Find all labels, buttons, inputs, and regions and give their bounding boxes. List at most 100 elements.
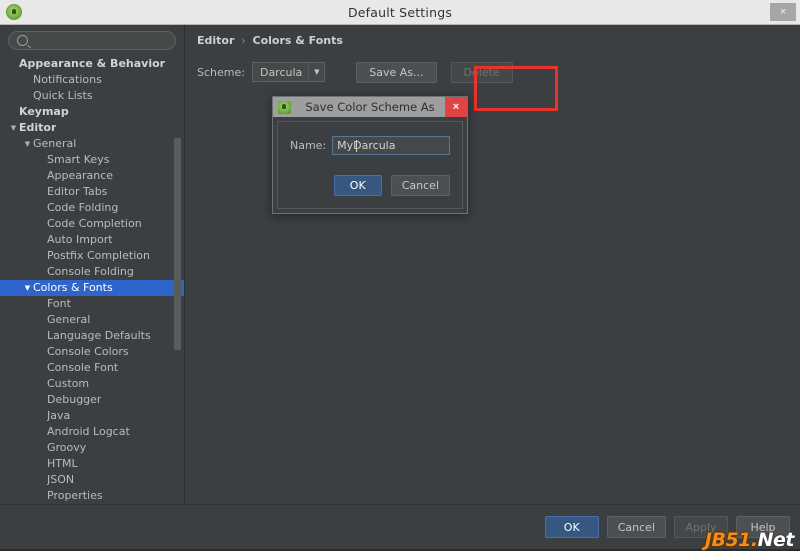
sidebar-item-label: Console Font — [47, 361, 119, 374]
sidebar-item-groovy[interactable]: Groovy — [0, 440, 184, 456]
sidebar-search-wrap — [0, 25, 184, 54]
text-caret — [356, 140, 358, 152]
sidebar-item-label: HTML — [47, 457, 78, 470]
dialog-close-icon[interactable]: × — [445, 97, 467, 117]
help-button[interactable]: Help — [736, 516, 790, 538]
settings-tree[interactable]: Appearance & Behavior Notifications Quick … — [0, 54, 184, 504]
dialog-body: Name: OK Cancel — [277, 121, 463, 209]
sidebar-item-font[interactable]: Font — [0, 296, 184, 312]
sidebar-item-label: Editor Tabs — [47, 185, 108, 198]
sidebar-item-code-folding[interactable]: Code Folding — [0, 200, 184, 216]
cancel-button[interactable]: Cancel — [606, 516, 666, 538]
dialog-titlebar: Save Color Scheme As × — [273, 97, 467, 117]
dialog-title: Save Color Scheme As — [305, 100, 435, 114]
dialog-ok-button[interactable]: OK — [333, 175, 382, 196]
breadcrumb-leaf: Colors & Fonts — [252, 34, 343, 47]
sidebar-item-auto-import[interactable]: Auto Import — [0, 232, 184, 248]
ok-button[interactable]: OK — [544, 516, 599, 538]
sidebar-item-label: Language Defaults — [47, 329, 151, 342]
settings-window: Default Settings × Appearance & Behavior… — [0, 0, 800, 551]
android-studio-icon — [278, 100, 291, 114]
sidebar-item-label: General — [33, 137, 77, 150]
sidebar-item-appearance-behavior[interactable]: Appearance & Behavior — [0, 56, 184, 72]
android-studio-icon — [6, 4, 22, 20]
sidebar-item-properties[interactable]: Properties — [0, 488, 184, 504]
dialog-footer: OK Cancel Apply Help JB51.Net — [0, 504, 800, 551]
sidebar-item-label: Custom — [47, 377, 90, 390]
sidebar-item-appearance[interactable]: Appearance — [0, 168, 184, 184]
sidebar-item-label: Postfix Completion — [47, 249, 150, 262]
sidebar-item-label: Console Colors — [47, 345, 129, 358]
sidebar-scrollbar-thumb[interactable] — [174, 138, 181, 350]
sidebar-item-console-colors[interactable]: Console Colors — [0, 344, 184, 360]
dialog-buttons: OK Cancel — [290, 175, 450, 196]
sidebar-item-label: Properties — [47, 489, 103, 502]
sidebar-item-label: Notifications — [33, 73, 102, 86]
sidebar-item-label: Appearance & Behavior — [19, 57, 166, 70]
settings-sidebar: Appearance & Behavior Notifications Quick … — [0, 25, 185, 504]
sidebar-item-label: Quick Lists — [33, 89, 93, 102]
sidebar-item-console-folding[interactable]: Console Folding — [0, 264, 184, 280]
sidebar-item-label: Editor — [19, 121, 57, 134]
sidebar-item-label: Font — [47, 297, 71, 310]
breadcrumb-separator: › — [241, 34, 246, 47]
chevron-down-icon[interactable]: ▼ — [22, 136, 33, 152]
sidebar-item-editor-tabs[interactable]: Editor Tabs — [0, 184, 184, 200]
scheme-label: Scheme: — [197, 65, 245, 79]
sidebar-item-label: Auto Import — [47, 233, 113, 246]
scheme-row: Scheme: Darcula ▼ Save As... Delete — [197, 61, 800, 83]
close-icon[interactable]: × — [770, 3, 796, 21]
sidebar-item-android-logcat[interactable]: Android Logcat — [0, 424, 184, 440]
save-color-scheme-dialog: Save Color Scheme As × Name: OK Cancel — [272, 96, 468, 214]
name-field-wrap[interactable] — [332, 136, 450, 155]
scheme-dropdown[interactable]: Darcula ▼ — [251, 62, 326, 82]
name-input[interactable] — [337, 139, 445, 152]
chevron-down-icon[interactable]: ▼ — [8, 120, 19, 136]
sidebar-item-general[interactable]: General — [0, 312, 184, 328]
sidebar-item-json[interactable]: JSON — [0, 472, 184, 488]
sidebar-item-label: Groovy — [47, 441, 87, 454]
sidebar-item-custom[interactable]: Custom — [0, 376, 184, 392]
sidebar-item-label: Keymap — [19, 105, 69, 118]
dialog-name-row: Name: — [290, 136, 450, 155]
sidebar-item-notifications[interactable]: Notifications — [0, 72, 184, 88]
window-titlebar: Default Settings × — [0, 0, 800, 25]
sidebar-item-java[interactable]: Java — [0, 408, 184, 424]
sidebar-item-label: Code Completion — [47, 217, 142, 230]
search-field[interactable] — [8, 31, 178, 50]
sidebar-item-debugger[interactable]: Debugger — [0, 392, 184, 408]
sidebar-item-language-defaults[interactable]: Language Defaults — [0, 328, 184, 344]
delete-button: Delete — [450, 61, 513, 83]
sidebar-item-label: Debugger — [47, 393, 102, 406]
sidebar-item-quick-lists[interactable]: Quick Lists — [0, 88, 184, 104]
sidebar-item-postfix-completion[interactable]: Postfix Completion — [0, 248, 184, 264]
sidebar-item-colors-fonts[interactable]: ▼ Colors & Fonts — [0, 280, 184, 296]
save-as-button[interactable]: Save As... — [356, 61, 437, 83]
chevron-down-icon[interactable]: ▼ — [22, 280, 33, 296]
sidebar-item-label: JSON — [47, 473, 75, 486]
sidebar-item-label: General — [47, 313, 91, 326]
sidebar-item-code-completion[interactable]: Code Completion — [0, 216, 184, 232]
chevron-down-icon: ▼ — [308, 63, 324, 81]
sidebar-item-label: Smart Keys — [47, 153, 110, 166]
sidebar-item-label: Appearance — [47, 169, 114, 182]
sidebar-item-label: Code Folding — [47, 201, 119, 214]
sidebar-item-editor[interactable]: ▼ Editor — [0, 120, 184, 136]
dialog-cancel-button[interactable]: Cancel — [390, 175, 450, 196]
sidebar-item-label: Console Folding — [47, 265, 134, 278]
sidebar-item-label: Colors & Fonts — [33, 281, 113, 294]
scheme-dropdown-value: Darcula — [259, 65, 303, 79]
sidebar-item-label: Android Logcat — [47, 425, 130, 438]
search-input[interactable] — [33, 34, 178, 47]
sidebar-item-console-font[interactable]: Console Font — [0, 360, 184, 376]
sidebar-item-keymap[interactable]: Keymap — [0, 104, 184, 120]
sidebar-item-smart-keys[interactable]: Smart Keys — [0, 152, 184, 168]
window-title: Default Settings — [347, 4, 453, 20]
sidebar-item-general[interactable]: ▼ General — [0, 136, 184, 152]
sidebar-scrollbar[interactable] — [173, 54, 182, 504]
breadcrumb-root[interactable]: Editor — [197, 34, 234, 47]
sidebar-item-label: Java — [47, 409, 71, 422]
search-icon — [17, 35, 28, 46]
sidebar-item-html[interactable]: HTML — [0, 456, 184, 472]
apply-button: Apply — [674, 516, 728, 538]
